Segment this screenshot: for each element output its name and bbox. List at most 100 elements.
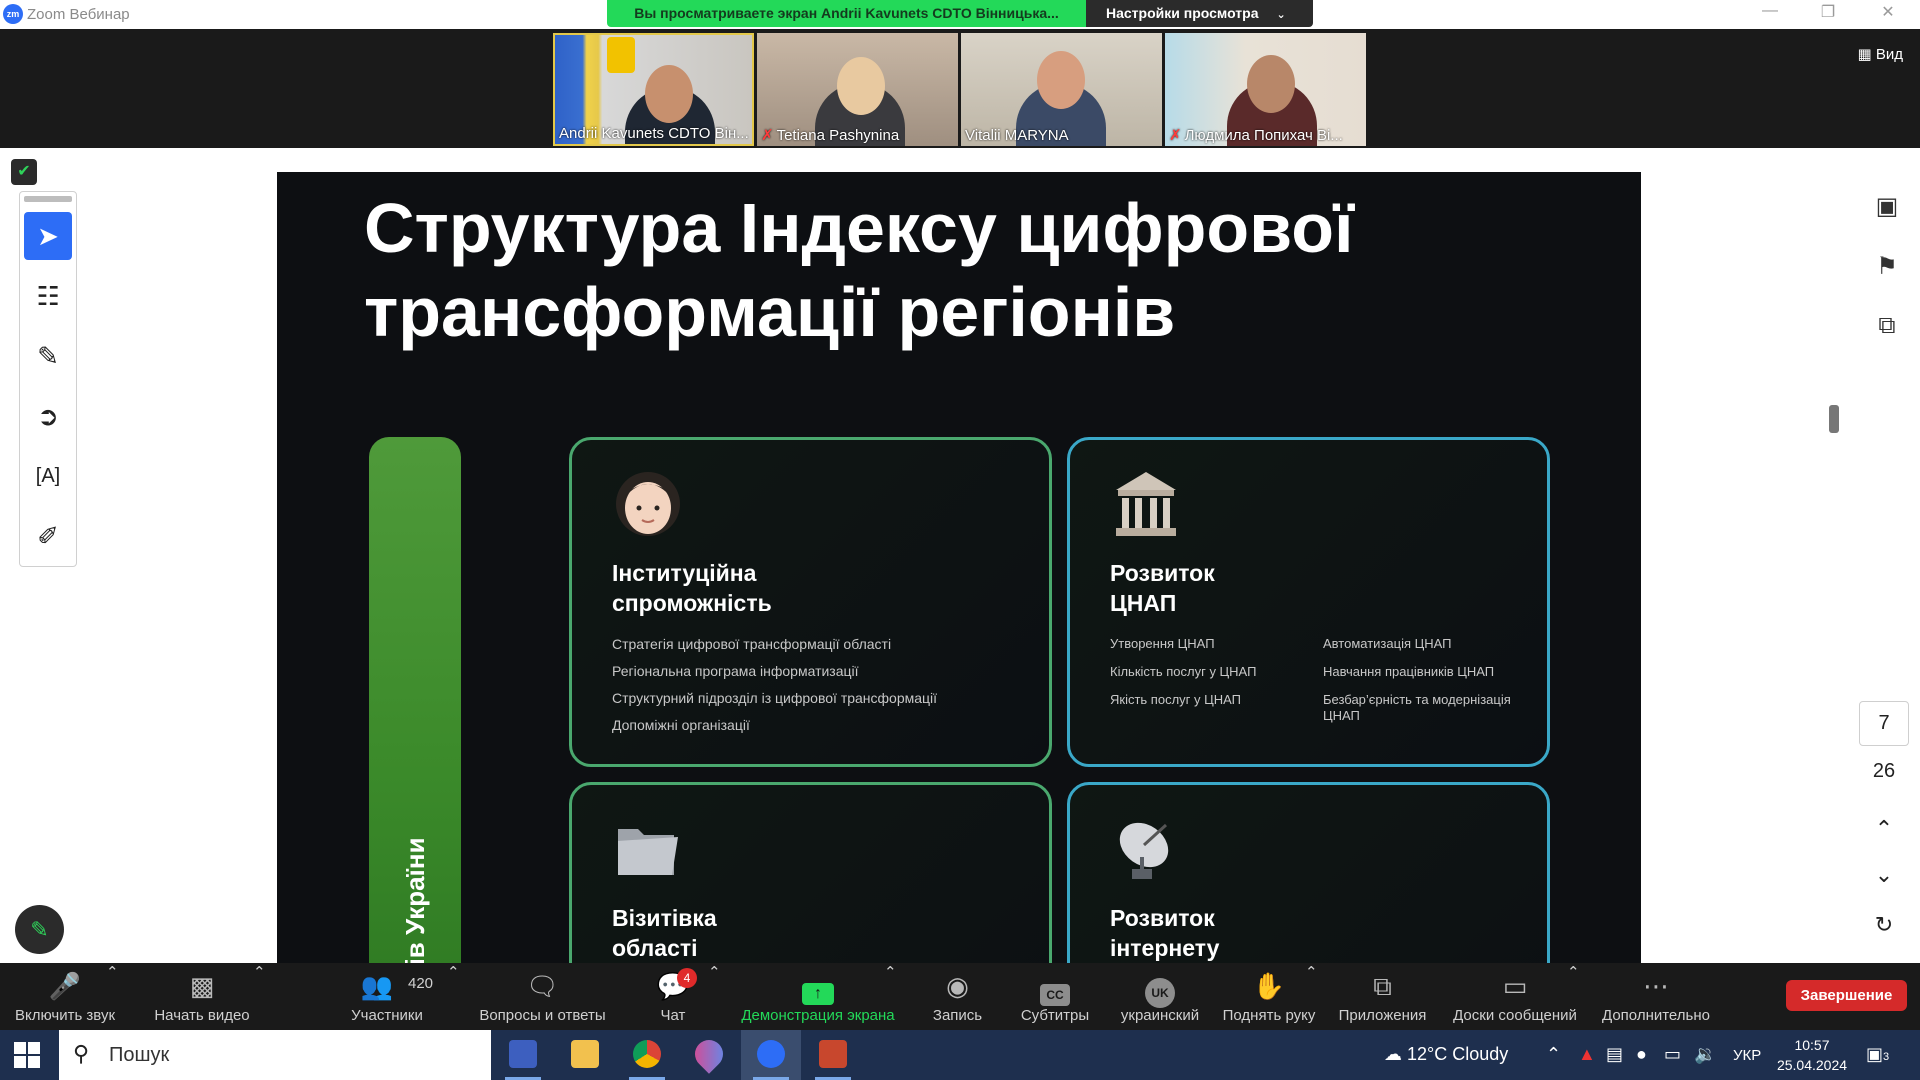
share-options-caret[interactable]: ⌃: [884, 963, 897, 1030]
whiteboards-button[interactable]: ▭ Доски сообщений: [1445, 963, 1585, 1030]
vertical-scrollbar[interactable]: [1829, 405, 1839, 433]
participants-button[interactable]: 👥 420 Участники: [327, 963, 447, 1030]
list-item: Допоміжні організації: [612, 717, 750, 733]
drag-handle[interactable]: [24, 196, 72, 202]
participant-head: [1037, 51, 1085, 109]
weather-widget[interactable]: ☁ 12°C Cloudy: [1384, 1044, 1508, 1065]
microphone-icon[interactable]: ●: [1636, 1044, 1647, 1065]
card-items: Стратегія цифрової трансформації області…: [612, 636, 1032, 744]
taskbar-app-maps[interactable]: [679, 1030, 739, 1080]
video-tile[interactable]: Vitalii MARYNA: [961, 33, 1162, 146]
minimize-button[interactable]: —: [1755, 2, 1785, 20]
text-tool-button[interactable]: [A]: [24, 452, 72, 500]
windows-taskbar: ⚲ Пошук ☁ 12°C Cloudy ⌃ ▲ ▤ ● ▭ 🔉 УКР 10…: [0, 1030, 1920, 1080]
search-placeholder: Пошук: [109, 1044, 170, 1066]
lasso-tool-button[interactable]: ➲: [24, 392, 72, 440]
qa-button[interactable]: 🗨 Вопросы и ответы: [475, 963, 610, 1030]
view-options-button[interactable]: Настройки просмотра ⌄: [1086, 0, 1313, 27]
card-title: Інституційна спроможність: [612, 560, 772, 616]
cc-icon: CC: [1015, 975, 1095, 1006]
total-pages: 26: [1872, 760, 1896, 782]
more-icon: ⋯: [1643, 971, 1669, 1001]
chat-options-caret[interactable]: ⌃: [708, 963, 721, 1030]
whiteboard-options-caret[interactable]: ⌃: [1567, 963, 1580, 1030]
participants-options-caret[interactable]: ⌃: [447, 963, 460, 1030]
taskbar-app-save[interactable]: [493, 1030, 553, 1080]
annotate-pencil-button[interactable]: ✎: [15, 905, 64, 954]
audio-options-caret[interactable]: ⌃: [106, 963, 119, 1030]
volume-icon[interactable]: 🔉: [1694, 1044, 1716, 1065]
whiteboard-icon: ▭: [1502, 971, 1528, 1001]
more-button[interactable]: ⋯ Дополнительно: [1597, 963, 1715, 1030]
reactions-options-caret[interactable]: ⌃: [1305, 963, 1318, 1030]
card-title: Розвиток інтернету: [1110, 905, 1220, 961]
card-title: Візитівка області: [612, 905, 717, 961]
list-item: Безбар’єрність та модернізація ЦНАП: [1323, 692, 1511, 723]
chat-badge: 4: [677, 968, 697, 988]
share-screen-button[interactable]: ↑ Демонстрация экрана: [733, 963, 903, 1030]
notification-center-icon[interactable]: ▣3: [1866, 1044, 1889, 1065]
participant-name: ✗ Tetiana Pashynina: [761, 127, 900, 144]
comment-tool-button[interactable]: ☷: [24, 272, 72, 320]
apps-icon: ⧉: [1373, 971, 1392, 1001]
video-strip: Andrii Kavunets CDTO Він... ✗ Tetiana Pas…: [0, 29, 1920, 148]
taskbar-clock[interactable]: 10:57 25.04.2024: [1776, 1035, 1848, 1075]
close-button[interactable]: ✕: [1873, 2, 1903, 22]
refresh-button[interactable]: ↻: [1859, 912, 1909, 938]
card-region-profile: Візитівка області: [569, 782, 1052, 963]
lasso-icon: ➲: [37, 401, 59, 431]
taskbar-app-explorer[interactable]: [555, 1030, 615, 1080]
shield-icon[interactable]: ✔: [11, 159, 37, 185]
taskbar-app-zoom[interactable]: [741, 1030, 801, 1080]
input-language[interactable]: УКР: [1733, 1047, 1761, 1064]
acrobat-icon[interactable]: ▲: [1578, 1044, 1596, 1065]
video-options-caret[interactable]: ⌃: [253, 963, 266, 1030]
annotation-toolbar: ➤ ☷ ✎ ➲ [A] ✐: [19, 191, 77, 567]
pages-icon[interactable]: ⧉: [1872, 312, 1902, 342]
card-internet-development: Розвиток інтернету: [1067, 782, 1550, 963]
page-down-button[interactable]: ⌄: [1859, 862, 1909, 888]
apps-button[interactable]: ⧉ Приложения: [1335, 963, 1430, 1030]
record-button[interactable]: ◉ Запись: [920, 963, 995, 1030]
battery-icon[interactable]: ▭: [1664, 1044, 1681, 1065]
text-box-icon: [A]: [35, 465, 61, 487]
video-tile[interactable]: ✗ Tetiana Pashynina: [757, 33, 958, 146]
chevron-down-icon: ⌄: [1874, 862, 1894, 887]
view-button[interactable]: ▦ Вид: [1858, 45, 1904, 63]
windows-start-button[interactable]: [14, 1042, 40, 1068]
select-tool-button[interactable]: ➤: [24, 212, 72, 260]
taskbar-app-powerpoint[interactable]: [803, 1030, 863, 1080]
record-icon: ◉: [946, 971, 969, 1001]
chevron-up-icon: ⌃: [1874, 816, 1894, 841]
floppy-icon: [509, 1040, 537, 1068]
video-tile[interactable]: Andrii Kavunets CDTO Він...: [553, 33, 754, 146]
start-video-button[interactable]: ▩ Начать видео: [142, 963, 262, 1030]
current-page-input[interactable]: 7: [1859, 701, 1909, 746]
draw-tool-button[interactable]: ✐: [24, 512, 72, 560]
participant-head: [837, 57, 885, 115]
bookmark-icon[interactable]: ⚑: [1872, 252, 1902, 282]
tray-overflow-icon[interactable]: ⌃: [1546, 1044, 1561, 1065]
chevron-down-icon: ⌄: [1276, 9, 1286, 21]
card-title: Розвиток ЦНАП: [1110, 560, 1215, 616]
taskbar-search[interactable]: ⚲ Пошук: [59, 1030, 491, 1080]
taskbar-app-chrome[interactable]: [617, 1030, 677, 1080]
share-banner: Вы просматриваете экран Andrii Kavunets …: [607, 0, 1313, 27]
meet-now-icon[interactable]: ▤: [1606, 1044, 1623, 1065]
folder-icon: [618, 829, 678, 875]
restore-button[interactable]: ❐: [1813, 2, 1843, 22]
mic-muted-icon: ✗: [1169, 127, 1182, 144]
language-button[interactable]: UK украинский: [1110, 963, 1210, 1030]
end-button[interactable]: Завершение: [1786, 980, 1907, 1011]
video-tile[interactable]: ✗ Людмила Попихач Ві...: [1165, 33, 1366, 146]
chat-button[interactable]: 💬 4 Чат: [643, 963, 703, 1030]
comments-icon[interactable]: ▣: [1872, 192, 1902, 222]
highlight-tool-button[interactable]: ✎: [24, 332, 72, 380]
satellite-dish-icon: [1119, 822, 1169, 879]
slide-title: Структура Індексу цифрової трансформації…: [364, 189, 1354, 351]
page-up-button[interactable]: ⌃: [1859, 816, 1909, 842]
vertical-green-bar: онів України: [369, 437, 461, 963]
meeting-controls: 🎤 Включить звук ⌃ ▩ Начать видео ⌃ 👥 420…: [0, 963, 1920, 1030]
map-pin-icon: [689, 1034, 729, 1074]
captions-button[interactable]: CC Субтитры: [1015, 963, 1095, 1030]
